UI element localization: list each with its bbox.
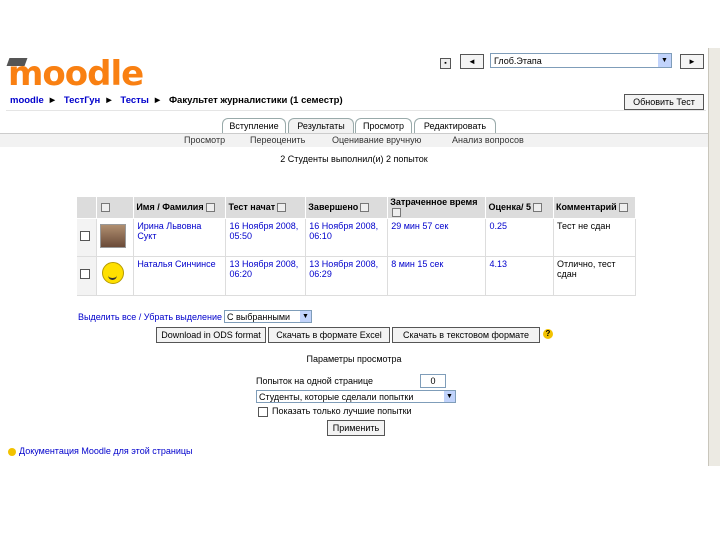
table-header-row: Имя / Фамилия Тест начат Завершено Затра… — [75, 196, 636, 219]
student-name[interactable]: Ирина Львовна Сукт — [133, 218, 227, 258]
grade[interactable]: 4.13 — [485, 256, 555, 296]
header-time-label: Затраченное время — [390, 197, 478, 208]
started-on[interactable]: 16 Ноября 2008, 05:50 — [225, 218, 307, 258]
completed-on[interactable]: 16 Ноября 2008, 06:10 — [305, 218, 389, 258]
moodle-logo[interactable]: moodle — [6, 54, 144, 94]
header-completed-label: Завершено — [308, 202, 359, 213]
collapse-icon[interactable] — [360, 203, 370, 213]
collapse-icon[interactable] — [618, 203, 628, 213]
breadcrumb-current: Факультет журналистики (1 семестр) — [168, 95, 343, 106]
collapse-icon[interactable] — [392, 208, 402, 218]
row-picture-cell — [96, 218, 135, 258]
grade[interactable]: 0.25 — [485, 218, 555, 258]
help-icon[interactable]: ? — [543, 329, 553, 339]
header-comment[interactable]: Комментарий — [553, 196, 636, 219]
breadcrumb-course[interactable]: ТестГун — [64, 95, 100, 106]
collapse-icon[interactable] — [101, 203, 111, 213]
tab-results[interactable]: Результаты — [288, 118, 354, 133]
row-select-cell — [76, 218, 98, 258]
docs-icon — [8, 447, 16, 456]
time-taken[interactable]: 8 мин 15 сек — [387, 256, 487, 296]
navbar: moodle ► ТестГун ► Тесты ► Факультет журнал… — [6, 94, 706, 111]
pagesize-label: Попыток на одной странице — [256, 376, 374, 386]
breadcrumb-moodle[interactable]: moodle — [10, 95, 44, 106]
prev-button[interactable]: ◄ — [460, 54, 484, 69]
footer-link-text: Документация Moodle для этой страницы — [19, 446, 193, 456]
best-attempts-checkbox[interactable] — [258, 407, 268, 417]
breadcrumb-separator: ► — [104, 95, 114, 106]
subtab-overview[interactable]: Просмотр — [184, 135, 225, 145]
collapse-icon[interactable] — [532, 203, 542, 213]
completed-on[interactable]: 13 Ноября 2008, 06:29 — [305, 256, 389, 296]
header-completed[interactable]: Завершено — [305, 196, 389, 219]
subtabs-bar: Просмотр Переоценить Оценивание вручную … — [0, 133, 708, 147]
tab-edit[interactable]: Редактировать — [414, 118, 496, 133]
breadcrumb-quizzes[interactable]: Тесты — [120, 95, 149, 106]
tab-info[interactable]: Вступление — [222, 118, 286, 133]
chevron-down-icon: ▼ — [658, 54, 671, 67]
update-quiz-button[interactable]: Обновить Тест — [624, 94, 704, 110]
subtab-manual-grading[interactable]: Оценивание вручную — [332, 135, 421, 145]
started-on[interactable]: 13 Ноября 2008, 06:20 — [225, 256, 307, 296]
row-checkbox[interactable] — [79, 230, 90, 241]
comment: Отлично, тест сдан — [553, 256, 636, 296]
best-attempts-label: Показать только лучшие попытки — [272, 406, 412, 416]
download-text-button[interactable]: Скачать в текстовом формате — [392, 327, 540, 343]
jump-to-select[interactable]: Глоб.Этапа ▼ — [490, 53, 672, 68]
attempts-table: Имя / Фамилия Тест начат Завершено Затра… — [75, 196, 636, 296]
chevron-down-icon: ▼ — [444, 391, 455, 402]
header-grade[interactable]: Оценка/ 5 — [485, 196, 555, 219]
header-checkbox — [75, 196, 98, 219]
row-picture-cell — [96, 256, 135, 296]
row-select-cell — [76, 256, 98, 296]
header-started-label: Тест начат — [228, 202, 276, 213]
preferences-title: Параметры просмотра — [306, 354, 402, 364]
collapse-icon[interactable] — [277, 203, 287, 213]
select-all-link[interactable]: Выделить все / Убрать выделение — [78, 312, 222, 322]
with-selected-select[interactable]: С выбранными ▼ — [224, 310, 312, 323]
collapse-icon[interactable] — [205, 203, 215, 213]
row-checkbox[interactable] — [79, 269, 90, 280]
filter-value: Студенты, которые сделали попытки — [259, 392, 414, 402]
subtab-regrade[interactable]: Переоценить — [250, 135, 305, 145]
screenshot-area: moodle ▪ ◄ Глоб.Этапа ▼ ► moodle ► ТестГун… — [0, 48, 720, 466]
attempts-filter-select[interactable]: Студенты, которые сделали попытки ▼ — [256, 390, 456, 403]
with-selected-value: С выбранными — [227, 312, 291, 322]
footer-docs-link[interactable]: Документация Moodle для этой страницы — [8, 446, 192, 456]
breadcrumb-separator: ► — [152, 95, 163, 106]
header-started[interactable]: Тест начат — [225, 196, 307, 219]
user-avatar[interactable] — [100, 223, 127, 248]
breadcrumb: moodle ► ТестГун ► Тесты ► Факультет журнал… — [10, 95, 347, 106]
header-name-label: Имя / Фамилия — [136, 202, 204, 213]
header-comment-label: Комментарий — [556, 202, 617, 213]
attempts-summary: 2 Студенты выполнил(и) 2 попыток — [280, 154, 428, 164]
header-grade-label: Оценка/ 5 — [488, 202, 531, 213]
scrollbar[interactable] — [708, 48, 720, 466]
subtab-item-analysis[interactable]: Анализ вопросов — [452, 135, 524, 145]
graduation-cap-icon — [6, 58, 28, 66]
apply-button[interactable]: Применить — [327, 420, 385, 436]
header-time-taken[interactable]: Затраченное время — [387, 196, 487, 219]
download-ods-button[interactable]: Download in ODS format — [156, 327, 266, 343]
jump-to-value: Глоб.Этапа — [494, 56, 542, 66]
time-taken[interactable]: 29 мин 57 сек — [387, 218, 487, 258]
table-row: Ирина Львовна Сукт 16 Ноября 2008, 05:50… — [76, 218, 636, 258]
table-row: Наталья Синчинсе 13 Ноября 2008, 06:20 1… — [76, 256, 636, 296]
chevron-down-icon: ▼ — [300, 311, 311, 322]
header-name[interactable]: Имя / Фамилия — [133, 196, 227, 219]
tab-preview[interactable]: Просмотр — [355, 118, 412, 133]
student-name[interactable]: Наталья Синчинсе — [133, 256, 227, 296]
header-picture — [96, 196, 135, 219]
download-excel-button[interactable]: Скачать в формате Excel — [268, 327, 390, 343]
breadcrumb-separator: ► — [47, 95, 58, 106]
pagesize-input[interactable]: 0 — [420, 374, 446, 388]
page-icon[interactable]: ▪ — [440, 58, 451, 69]
smiley-avatar-icon[interactable] — [102, 262, 125, 285]
next-button[interactable]: ► — [680, 54, 704, 69]
logo-text: moodle — [8, 54, 144, 94]
comment: Тест не сдан — [553, 218, 636, 258]
